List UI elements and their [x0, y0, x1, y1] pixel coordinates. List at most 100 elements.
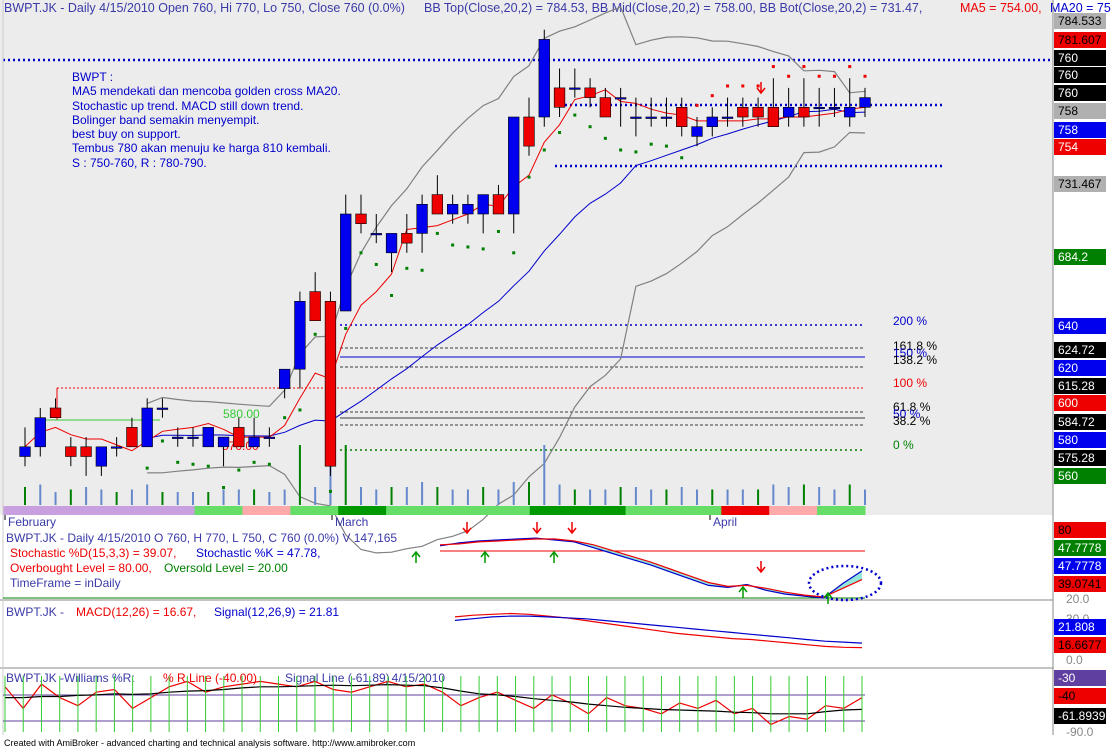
stoch-legend-oversold: Oversold Level = 20.00: [164, 561, 288, 575]
sar-dot: [695, 103, 699, 107]
sar-dot: [634, 150, 638, 154]
williams-legend-signal: Signal Line (-61.89): [285, 671, 390, 685]
strip-segment: [3, 506, 52, 515]
price-label-text: 640: [1058, 319, 1078, 333]
volume-bar: [741, 489, 744, 505]
volume-bar: [314, 487, 317, 505]
volume-bar: [405, 487, 408, 505]
volume-bar: [848, 484, 851, 505]
candle-body: [676, 107, 688, 128]
price-label-text: 560: [1058, 469, 1078, 483]
axis-label-text: -40: [1058, 689, 1076, 703]
sar-dot: [420, 268, 424, 272]
candle-body: [126, 427, 138, 448]
volume-bar: [268, 492, 271, 505]
candle-body: [355, 213, 367, 224]
candle-body: [217, 436, 230, 448]
candle-body: [599, 97, 612, 118]
analysis-annotation: BWPT : MA5 mendekati dan mencoba golden …: [72, 70, 412, 170]
volume-bar: [482, 487, 485, 505]
annotation-line: MA5 mendekati dan mencoba golden cross M…: [72, 84, 341, 99]
strip-segment: [625, 506, 674, 515]
chart-stage: BWPT.JK - Daily 4/15/2010 Open 760, Hi 7…: [0, 0, 1113, 750]
chart-header-ma5: MA5 = 754.00,: [960, 1, 1042, 15]
sar-dot: [191, 462, 195, 466]
sar-dot: [756, 84, 760, 88]
candle-body: [156, 407, 169, 410]
price-label-text: 620: [1058, 361, 1078, 375]
macd-legend-signal: Signal(12,26,9) = 21.81: [214, 605, 339, 619]
axis-label-text: -90.0: [1066, 725, 1094, 739]
volume-bar: [130, 489, 133, 505]
sar-dot: [664, 144, 668, 148]
sar-dot: [588, 125, 592, 129]
candle-body: [172, 436, 184, 439]
strip-segment: [434, 506, 483, 515]
volume-bar: [543, 445, 546, 505]
candle-body: [385, 233, 398, 254]
volume-bar: [787, 487, 790, 505]
price-label-text: 624.72: [1058, 343, 1095, 357]
candle-body: [752, 107, 764, 118]
price-label-text: 781.607: [1058, 33, 1102, 47]
axis-label-text: 47.7778: [1058, 541, 1102, 555]
price-label-text: 758: [1058, 123, 1078, 137]
volume-bar: [421, 482, 424, 505]
candle-body: [187, 436, 199, 439]
volume-bar: [512, 482, 515, 505]
sar-dot: [619, 148, 623, 152]
price-label-text: 731.467: [1058, 177, 1102, 191]
volume-bar: [818, 487, 821, 505]
strip-segment: [242, 506, 291, 515]
month-march: March: [335, 515, 368, 529]
sar-dot: [267, 462, 271, 466]
stoch-legend-k: Stochastic %K = 47.78,: [196, 546, 320, 560]
sar-dot: [298, 408, 302, 412]
axis-label-text: -30: [1058, 671, 1076, 685]
candle-body: [233, 427, 245, 448]
annotation-line: Stochastic up trend. MACD still down tre…: [72, 98, 304, 113]
axis-label-text: -61.8939: [1058, 709, 1106, 723]
volume-bar: [833, 489, 836, 505]
sar-dot: [832, 74, 836, 78]
annotation-line: S : 750-760, R : 780-790.: [72, 155, 207, 170]
volume-bar: [711, 489, 714, 505]
axis-label-text: 20.0: [1066, 592, 1090, 606]
candle-body: [80, 446, 92, 457]
volume-bar: [466, 489, 469, 505]
volume-bar: [253, 489, 256, 505]
price-label-text: 784.533: [1058, 14, 1102, 28]
stoch-legend-d: Stochastic %D(15,3,3) = 39.07,: [10, 546, 176, 560]
chart-header-bb: BB Top(Close,20,2) = 784.53, BB Mid(Clos…: [424, 1, 922, 15]
volume-bar: [54, 492, 57, 505]
candle-body: [706, 116, 718, 127]
strip-segment: [338, 506, 387, 515]
strip-segment: [817, 506, 866, 515]
candle-body: [523, 116, 535, 147]
price-label-text: 754: [1058, 140, 1078, 154]
stoch-title: BWPT.JK - Daily 4/15/2010 O 760, H 770, …: [6, 531, 397, 545]
axis-label-text: 47.7778: [1058, 559, 1102, 573]
sar-dot: [328, 489, 332, 493]
month-february: February: [8, 515, 56, 529]
candle-body: [110, 446, 123, 449]
sar-dot: [817, 74, 821, 78]
axis-label-text: 0.0: [1066, 653, 1083, 667]
strip-segment: [194, 506, 243, 515]
sar-dot: [160, 439, 164, 443]
candle-body: [492, 194, 505, 215]
candle-body: [202, 427, 214, 448]
volume-bar: [115, 492, 118, 505]
williams-legend-r: % R Line (-40.00): [163, 671, 257, 685]
volume-bar: [558, 484, 561, 505]
sar-dot: [741, 84, 745, 88]
stoch-legend-overbought: Overbought Level = 80.00,: [10, 561, 152, 575]
volume-bar: [298, 445, 301, 505]
sar-dot: [222, 486, 226, 490]
candle-body: [508, 116, 520, 215]
price-label-text: 600: [1058, 396, 1078, 410]
volume-bar: [360, 487, 362, 505]
fib-label-0: 0 %: [893, 438, 914, 452]
candle-body: [767, 107, 780, 128]
sar-dot: [313, 332, 317, 336]
